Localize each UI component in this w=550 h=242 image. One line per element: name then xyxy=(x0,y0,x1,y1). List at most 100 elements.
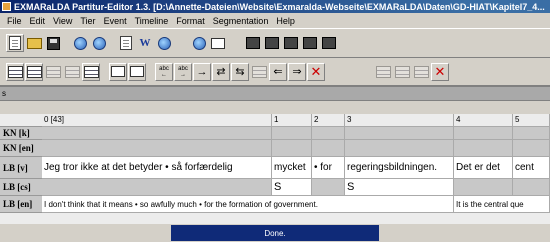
tier-cell[interactable] xyxy=(312,140,345,157)
tier-format-button[interactable] xyxy=(128,62,146,81)
web-button[interactable] xyxy=(90,34,108,52)
link-button-4[interactable] xyxy=(301,34,319,52)
output-button[interactable] xyxy=(117,34,135,52)
event-cell[interactable] xyxy=(454,179,513,196)
tier-cell[interactable] xyxy=(454,140,513,157)
menu-view[interactable]: View xyxy=(49,16,76,26)
timeline-button-3[interactable] xyxy=(412,63,430,81)
tier-cell[interactable] xyxy=(513,127,550,140)
timeline-cell-2[interactable]: 2 xyxy=(312,114,345,127)
event-cell[interactable]: mycket xyxy=(272,157,312,179)
word-w-icon: W xyxy=(139,37,151,49)
find-button[interactable] xyxy=(209,34,227,52)
app-icon xyxy=(2,2,11,11)
split-button[interactable]: ⇆ xyxy=(231,62,249,81)
tier-cell[interactable] xyxy=(345,127,454,140)
event-cell[interactable]: Jeg tror ikke at det betyder • så forfær… xyxy=(42,157,272,179)
selection-info-bar: s xyxy=(0,86,550,101)
menu-event[interactable]: Event xyxy=(100,16,131,26)
main-window: EXMARaLDA Partitur-Editor 1.3. [D:\Annet… xyxy=(0,0,550,242)
partitur-grid[interactable]: 0 [43] 1 2 3 4 5 KN [k] KN [en] LB [v] J… xyxy=(0,114,550,224)
event-cell[interactable]: S xyxy=(345,179,454,196)
tier-row-lb-v: LB [v] Jeg tror ikke at det betyder • så… xyxy=(0,157,550,179)
link-button-5[interactable] xyxy=(320,34,338,52)
link-button-2[interactable] xyxy=(263,34,281,52)
tier-cell[interactable] xyxy=(454,127,513,140)
shift-right-button[interactable]: ⇒ xyxy=(288,62,306,81)
timeline-cell-5[interactable]: 5 xyxy=(513,114,550,127)
shift-left-button[interactable]: ⇐ xyxy=(269,62,287,81)
open-button[interactable] xyxy=(25,34,43,52)
tier-label-kn-k[interactable]: KN [k] xyxy=(0,127,42,140)
timeline-cell-1[interactable]: 1 xyxy=(272,114,312,127)
event-cell[interactable]: • for xyxy=(312,157,345,179)
event-cell[interactable]: cent xyxy=(513,157,550,179)
event-cell[interactable] xyxy=(513,179,550,196)
tier-cell[interactable] xyxy=(272,140,312,157)
event-cell[interactable]: regeringsbildningen. xyxy=(345,157,454,179)
timeline-button-2[interactable] xyxy=(393,63,411,81)
delete-event-button[interactable]: ✕ xyxy=(307,62,325,81)
tier-move-button[interactable] xyxy=(63,63,81,81)
new-document-icon xyxy=(9,36,21,50)
menu-segmentation[interactable]: Segmentation xyxy=(209,16,273,26)
remove-timeline-button[interactable]: ✕ xyxy=(431,62,449,81)
menu-file[interactable]: File xyxy=(3,16,26,26)
link-button-1[interactable] xyxy=(244,34,262,52)
timeline-cell-3[interactable]: 3 xyxy=(345,114,454,127)
menu-timeline[interactable]: Timeline xyxy=(131,16,173,26)
new-button[interactable] xyxy=(6,34,24,52)
tier-label-lb-v[interactable]: LB [v] xyxy=(0,157,42,179)
save-disk-icon xyxy=(46,36,60,50)
link-icon-3 xyxy=(284,37,298,49)
merge-button[interactable]: ⇄ xyxy=(212,62,230,81)
menu-help[interactable]: Help xyxy=(272,16,299,26)
merge-icon: ⇄ xyxy=(216,66,226,78)
menu-edit[interactable]: Edit xyxy=(26,16,50,26)
event-cell[interactable]: S xyxy=(272,179,312,196)
arrow-right-button[interactable]: → xyxy=(193,62,211,81)
word-button[interactable]: W xyxy=(136,34,154,52)
tier-row-kn-en: KN [en] xyxy=(0,140,550,157)
abc-right-button[interactable]: abc → xyxy=(174,62,192,81)
link-icon-5 xyxy=(322,37,336,49)
tier-row-lb-en: LB [en] I don't think that it means • so… xyxy=(0,196,550,213)
tier-cell[interactable] xyxy=(42,140,272,157)
event-cell[interactable]: It is the central que xyxy=(454,196,550,213)
tier-button[interactable] xyxy=(6,62,24,81)
save-button[interactable] xyxy=(44,34,62,52)
gear-icon xyxy=(192,36,206,50)
event-cell[interactable]: I don't think that it means • so awfully… xyxy=(42,196,454,213)
browser-button[interactable] xyxy=(71,34,89,52)
settings-button[interactable] xyxy=(190,34,208,52)
tier-cell[interactable] xyxy=(272,127,312,140)
tier-label-kn-en[interactable]: KN [en] xyxy=(0,140,42,157)
tier-cell[interactable] xyxy=(345,140,454,157)
tier-remove-button[interactable] xyxy=(44,63,62,81)
tier-cell[interactable] xyxy=(513,140,550,157)
event-cell[interactable] xyxy=(312,179,345,196)
link-icon-4 xyxy=(303,37,317,49)
tier-props-button[interactable] xyxy=(109,62,127,81)
timeline-button-1[interactable] xyxy=(374,63,392,81)
menu-tier[interactable]: Tier xyxy=(76,16,99,26)
tier-cell[interactable] xyxy=(312,127,345,140)
tier-cell[interactable] xyxy=(42,127,272,140)
timeline-icon-2 xyxy=(394,65,410,78)
menu-format[interactable]: Format xyxy=(172,16,209,26)
tier-up-down-button[interactable] xyxy=(82,62,100,81)
tier-label-lb-en[interactable]: LB [en] xyxy=(0,196,42,213)
tier-row-lb-cs: LB [cs] S S xyxy=(0,179,550,196)
tier-label-lb-cs[interactable]: LB [cs] xyxy=(0,179,42,196)
timeline-cell-0[interactable]: 0 [43] xyxy=(42,114,272,127)
abc-left-button[interactable]: abc ← xyxy=(155,62,173,81)
timeline-cell-4[interactable]: 4 xyxy=(454,114,513,127)
delete-icon: ✕ xyxy=(310,63,322,79)
header-label xyxy=(0,114,42,127)
tier-add-button[interactable] xyxy=(25,62,43,81)
event-cell[interactable]: Det er det xyxy=(454,157,513,179)
export-button[interactable] xyxy=(155,34,173,52)
event-cell[interactable] xyxy=(42,179,272,196)
link-button-3[interactable] xyxy=(282,34,300,52)
event-button-1[interactable] xyxy=(250,63,268,81)
